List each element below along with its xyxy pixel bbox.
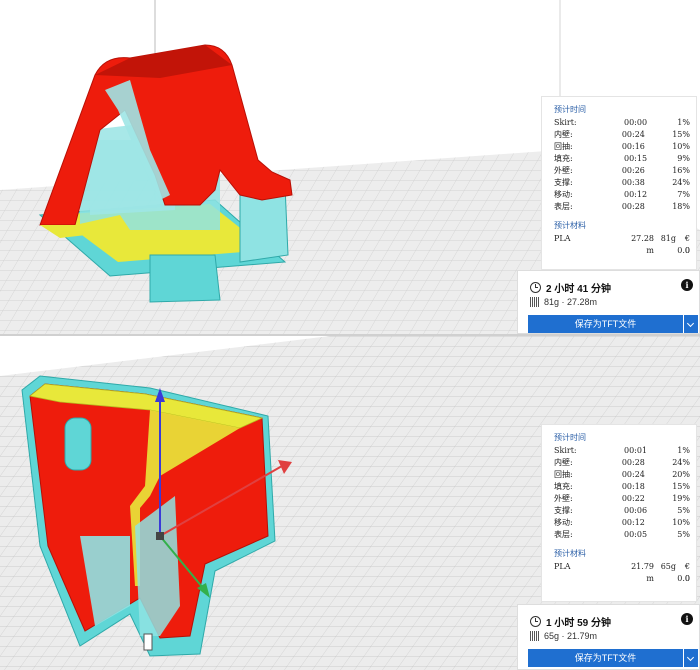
info-icon[interactable]: i — [681, 279, 693, 291]
material-unit-row: m0 — [646, 574, 690, 583]
stat-row: 外壁: 00:22 19% — [554, 494, 690, 503]
stat-row: 支撑: 00:38 24% — [554, 178, 690, 187]
stat-row: 移动: 00:12 10% — [554, 518, 690, 527]
save-tft-button[interactable]: 保存为TFT文件 — [528, 315, 683, 333]
stat-row: Skirt: 00:01 1% — [554, 446, 690, 455]
print-time: 2 小时 41 分钟 — [546, 284, 612, 295]
print-stats-panel: 预计时间 Skirt: 00:00 1% 内壁: 00:24 15% 回抽: 00:16 1… — [541, 96, 697, 270]
time-header: 预计时间 — [554, 105, 586, 114]
time-header: 预计时间 — [554, 433, 586, 442]
stat-row: 表层: 00:05 5% — [554, 530, 690, 539]
material-unit-row: m0 — [646, 246, 690, 255]
stat-row: 回抽: 00:24 20% — [554, 470, 690, 479]
print-stats-panel: 预计时间 Skirt: 00:01 1% 内壁: 00:28 24% 回抽: 00:24 2… — [541, 424, 697, 602]
stat-row: 填充: 00:18 15% — [554, 482, 690, 491]
material-row: PLA 21.79 65g € 0.0 — [554, 562, 690, 583]
stat-row: 内壁: 00:28 24% — [554, 458, 690, 467]
print-time: 1 小时 59 分钟 — [546, 618, 612, 629]
viewport-bottom[interactable]: 预计时间 Skirt: 00:01 1% 内壁: 00:28 24% 回抽: 00:24 2… — [0, 336, 700, 670]
print-summary: 2 小时 41 分钟 81g · 27.28m i 保存为TFT文件 — [517, 270, 700, 334]
chevron-down-icon[interactable] — [684, 649, 698, 667]
print-summary: 1 小时 59 分钟 65g · 21.79m i 保存为TFT文件 — [517, 604, 700, 670]
spool-icon — [530, 297, 539, 307]
stat-row: 支撑: 00:06 5% — [554, 506, 690, 515]
clock-icon — [530, 282, 541, 293]
material-row: PLA 27.28 81g € 0.0 — [554, 234, 690, 255]
material-usage: 81g · 27.28m — [544, 297, 598, 307]
clock-icon — [530, 616, 541, 627]
stat-row: Skirt: 00:00 1% — [554, 118, 690, 127]
stat-row: 内壁: 00:24 15% — [554, 130, 690, 139]
stat-row: 表层: 00:28 18% — [554, 202, 690, 211]
save-tft-button[interactable]: 保存为TFT文件 — [528, 649, 683, 667]
material-usage: 65g · 21.79m — [544, 631, 598, 641]
stat-row: 移动: 00:12 7% — [554, 190, 690, 199]
material-header: 预计材料 — [554, 549, 586, 558]
spool-icon — [530, 631, 539, 641]
material-header: 预计材料 — [554, 221, 586, 230]
stat-row: 填充: 00:15 9% — [554, 154, 690, 163]
viewport-top[interactable]: 预计时间 Skirt: 00:00 1% 内壁: 00:24 15% 回抽: 00:16 1… — [0, 0, 700, 334]
stat-row: 回抽: 00:16 10% — [554, 142, 690, 151]
stat-row: 外壁: 00:26 16% — [554, 166, 690, 175]
info-icon[interactable]: i — [681, 613, 693, 625]
chevron-down-icon[interactable] — [684, 315, 698, 333]
